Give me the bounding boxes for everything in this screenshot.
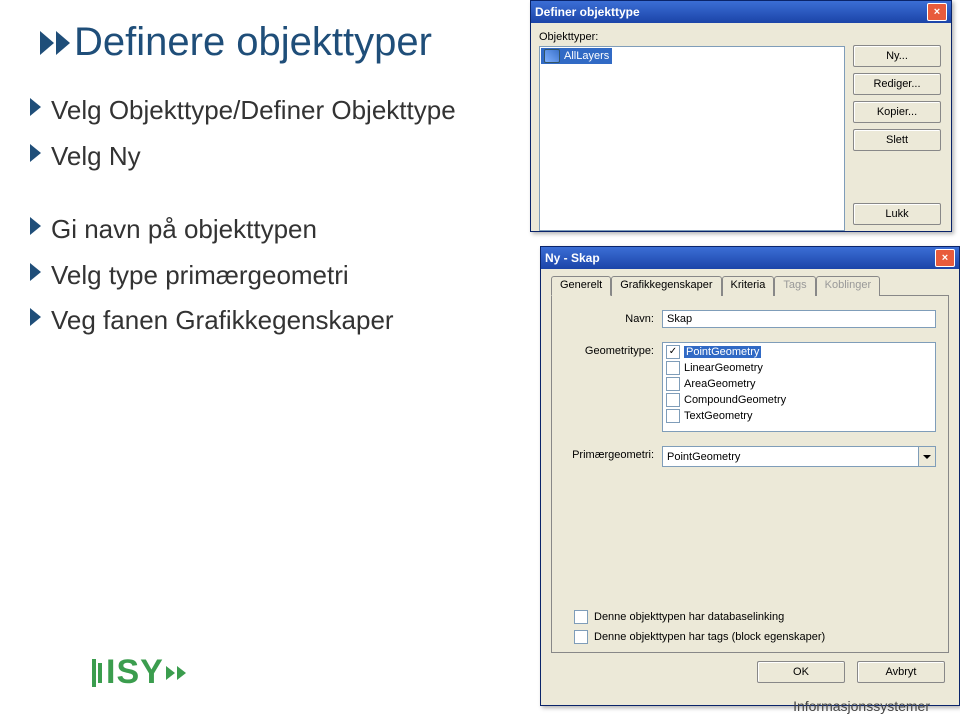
tab-grafikkegenskaper[interactable]: Grafikkegenskaper <box>611 276 721 296</box>
dialog-title: Ny - Skap <box>545 251 935 265</box>
tab-generelt[interactable]: Generelt <box>551 276 611 296</box>
bullet-item: Velg Objekttype/Definer Objekttype <box>51 90 456 132</box>
bullet-item: Gi navn på objekttypen <box>51 209 317 251</box>
bullet-item: Veg fanen Grafikkegenskaper <box>51 300 394 342</box>
list-item[interactable]: ✓PointGeometry <box>664 344 934 360</box>
dropdown-value: PointGeometry <box>663 451 918 463</box>
list-item-label: AllLayers <box>564 50 609 62</box>
close-icon[interactable]: × <box>927 3 947 21</box>
tab-kriteria[interactable]: Kriteria <box>722 276 775 296</box>
checkbox-icon[interactable] <box>666 361 680 375</box>
primaergeometri-dropdown[interactable]: PointGeometry <box>662 446 936 467</box>
bullet-icon <box>30 144 41 162</box>
bullet-item: Velg Ny <box>51 136 141 178</box>
bullet-item: Velg type primærgeometri <box>51 255 349 297</box>
list-item[interactable]: AreaGeometry <box>664 376 934 392</box>
logo-bars-icon <box>92 659 102 687</box>
checkbox-icon[interactable] <box>666 393 680 407</box>
rediger-button[interactable]: Rediger... <box>853 73 941 95</box>
dialog-titlebar: Definer objekttype × <box>531 1 951 23</box>
bullet-list: Velg Objekttype/Definer Objekttype Velg … <box>30 90 456 346</box>
lukk-button[interactable]: Lukk <box>853 203 941 225</box>
geometritype-label: Geometritype: <box>564 342 654 357</box>
tabpage-generelt: Navn: Geometritype: ✓PointGeometry Linea… <box>551 296 949 653</box>
double-chevron-icon <box>40 31 70 55</box>
bullet-icon <box>30 98 41 116</box>
ny-button[interactable]: Ny... <box>853 45 941 67</box>
definer-objekttype-dialog: Definer objekttype × Objekttyper: AllLay… <box>530 0 952 232</box>
chevron-right-icon <box>166 666 175 680</box>
kopier-button[interactable]: Kopier... <box>853 101 941 123</box>
tags-checkbox[interactable]: Denne objekttypen har tags (block egensk… <box>574 630 936 644</box>
checkbox-icon[interactable] <box>574 610 588 624</box>
primaergeometri-label: Primærgeometri: <box>564 446 654 461</box>
list-item[interactable]: TextGeometry <box>664 408 934 424</box>
ok-button[interactable]: OK <box>757 661 845 683</box>
list-item[interactable]: AllLayers <box>541 48 612 64</box>
bullet-icon <box>30 263 41 281</box>
slett-button[interactable]: Slett <box>853 129 941 151</box>
tab-tags: Tags <box>774 276 815 296</box>
checkbox-icon[interactable] <box>574 630 588 644</box>
slide-title: Definere objekttyper <box>40 20 432 65</box>
isy-logo: ISY <box>92 653 186 692</box>
logo-text: ISY <box>106 653 164 692</box>
bullet-icon <box>30 217 41 235</box>
navn-label: Navn: <box>564 310 654 325</box>
layers-icon <box>544 49 560 63</box>
close-icon[interactable]: × <box>935 249 955 267</box>
list-item[interactable]: LinearGeometry <box>664 360 934 376</box>
footer-note: Informasjonssystemer <box>793 698 930 714</box>
checkbox-icon[interactable] <box>666 409 680 423</box>
objekttyper-label: Objekttyper: <box>539 31 845 43</box>
objekttyper-listbox[interactable]: AllLayers <box>539 46 845 231</box>
checkbox-icon[interactable]: ✓ <box>666 345 680 359</box>
bullet-icon <box>30 308 41 326</box>
dialog-titlebar: Ny - Skap × <box>541 247 959 269</box>
chevron-down-icon <box>918 447 935 466</box>
ny-skap-dialog: Ny - Skap × Generelt Grafikkegenskaper K… <box>540 246 960 706</box>
dialog-title: Definer objekttype <box>535 5 927 19</box>
avbryt-button[interactable]: Avbryt <box>857 661 945 683</box>
list-item[interactable]: CompoundGeometry <box>664 392 934 408</box>
tabstrip: Generelt Grafikkegenskaper Kriteria Tags… <box>551 275 949 296</box>
tab-koblinger: Koblinger <box>816 276 880 296</box>
slide-title-text: Definere objekttyper <box>74 20 432 65</box>
chevron-right-icon <box>177 666 186 680</box>
checkbox-icon[interactable] <box>666 377 680 391</box>
databaselinking-checkbox[interactable]: Denne objekttypen har databaselinking <box>574 610 936 624</box>
navn-input[interactable] <box>662 310 936 328</box>
geometritype-listbox[interactable]: ✓PointGeometry LinearGeometry AreaGeomet… <box>662 342 936 432</box>
